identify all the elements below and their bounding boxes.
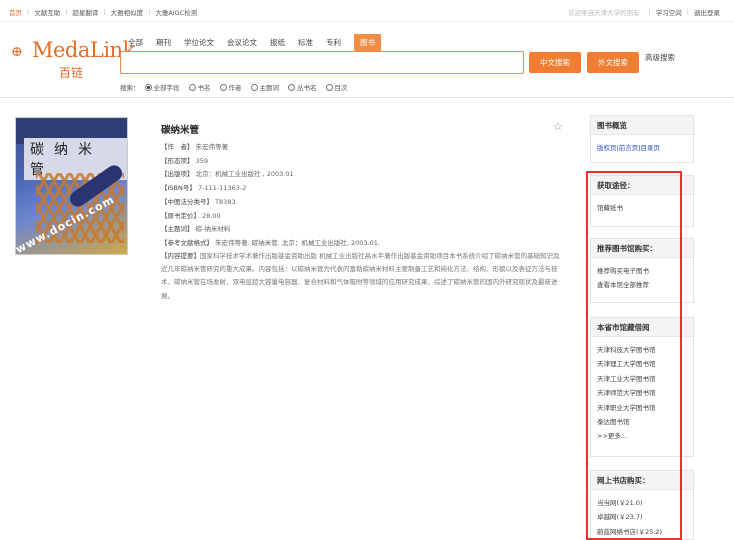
book-summary: 【内容提要】国家科学技术学术著作出版基金资助出版 机械工业出版社高水平著作出版基… <box>161 250 563 303</box>
link-preface-page[interactable]: 前言页 <box>619 144 639 152</box>
online-store-panel: 网上书店购买： 当当网(￥21.0) 卓越网(￥23.7) 蔚蓝网络书店(￥25… <box>590 470 694 540</box>
radio-icon <box>288 83 295 91</box>
radio-icon <box>250 83 258 91</box>
tab-patents[interactable]: 专利 <box>326 37 341 48</box>
scope-series[interactable]: 丛书名 <box>288 82 317 92</box>
scope-label: 主题词 <box>259 84 280 92</box>
book-cover[interactable]: 碳纳米管 www.docin.com <box>15 117 128 255</box>
advanced-search-link[interactable]: 高级搜索 <box>645 52 675 63</box>
view-all-recommendations-link[interactable]: 查看本馆全部推荐 <box>597 278 687 292</box>
nav-home[interactable]: 首页 <box>9 7 22 17</box>
search-scope: 搜索： 全部字段 书名 作者 主题词 丛书名 目次 <box>120 82 357 92</box>
library-item[interactable]: 天津科技大学图书馆 <box>597 343 687 357</box>
more-libraries-link[interactable]: >>更多... <box>597 429 687 443</box>
top-nav: 首页 | 文献互助 | 超星翻译 | 大雅相似度 | 大雅AIGC检测 <box>9 7 197 17</box>
separator: | <box>65 8 68 16</box>
panel-title: 获取途径： <box>591 176 693 195</box>
field-pages: 【形态项】 359 <box>161 157 208 165</box>
nav-aigc-check[interactable]: 大雅AIGC检测 <box>155 7 197 17</box>
logo[interactable]: ⊕ MedaLink 百链 <box>11 38 135 88</box>
scope-label: 丛书名 <box>297 84 317 92</box>
field-author: 【作 者】 朱宏伟等著 <box>161 143 229 151</box>
library-item[interactable]: 天津理工大学图书馆 <box>597 357 687 371</box>
logo-cn-text: 百链 <box>59 66 84 80</box>
radio-icon <box>188 83 196 91</box>
library-item[interactable]: 天津工业大学图书馆 <box>597 372 687 386</box>
field-publisher: 【出版项】 北京：机械工业出版社 , 2003.01 <box>161 170 294 178</box>
library-item[interactable]: 天津师范大学图书馆 <box>597 386 687 400</box>
tab-all[interactable]: 全部 <box>128 37 143 48</box>
welcome-text: 欢迎来自天津大学的朋友 <box>568 9 640 17</box>
nav-document-exchange[interactable]: 文献互助 <box>34 7 60 17</box>
link-copyright-page[interactable]: 版权页 <box>597 144 617 152</box>
field-classification: 【中图法分类号】 T8383 <box>161 198 236 206</box>
separator: | <box>103 8 106 16</box>
study-space-link[interactable]: 学习空间 <box>656 7 682 17</box>
search-input[interactable] <box>120 51 524 74</box>
panel-title: 网上书店购买： <box>591 471 693 490</box>
store-item[interactable]: 蔚蓝网络书店(￥25.2) <box>597 525 687 539</box>
logo-mark-icon: ⊕ <box>11 44 23 60</box>
panel-title: 本省市馆藏借阅 <box>591 318 693 337</box>
local-libraries-panel: 本省市馆藏借阅 天津科技大学图书馆 天津理工大学图书馆 天津工业大学图书馆 天津… <box>590 317 694 457</box>
book-overview-panel: 图书概览 版权页|前言页|目录页 <box>590 115 694 163</box>
field-subject: 【主题词】 碳-纳米材料 <box>161 225 231 233</box>
scope-title[interactable]: 书名 <box>188 82 211 92</box>
scope-label: 目次 <box>334 84 348 92</box>
summary-label: 【内容提要】 <box>161 252 200 260</box>
panel-title: 图书概览 <box>591 116 693 135</box>
library-item[interactable]: 天津职业大学图书馆 <box>597 401 687 415</box>
scope-subject[interactable]: 主题词 <box>250 82 280 92</box>
search-tabs: 全部 期刊 学位论文 会议论文 报纸 标准 专利 图书 <box>128 34 381 51</box>
radio-icon <box>219 83 227 91</box>
header: ⊕ MedaLink 百链 全部 期刊 学位论文 会议论文 报纸 标准 专利 图… <box>0 22 734 98</box>
tab-conference[interactable]: 会议论文 <box>227 37 257 48</box>
scope-all-fields[interactable]: 全部字段 <box>144 82 180 92</box>
logout-link[interactable]: 退出登录 <box>694 7 720 17</box>
scope-label: 书名 <box>197 84 211 92</box>
nav-similarity[interactable]: 大雅相似度 <box>111 7 144 17</box>
store-item[interactable]: 卓越网(￥23.7) <box>597 510 687 524</box>
scope-label: 作者 <box>228 84 242 92</box>
recommend-panel: 推荐图书馆购买： 推荐购买电子图书 查看本馆全部推荐 <box>590 238 694 303</box>
chinese-search-button[interactable]: 中文搜索 <box>529 52 581 73</box>
scope-toc[interactable]: 目次 <box>325 82 348 92</box>
book-title: 碳纳米管 <box>161 125 200 136</box>
foreign-search-button[interactable]: 外文搜索 <box>587 52 639 73</box>
store-item[interactable]: 当当网(￥21.0) <box>597 496 687 510</box>
summary-text: 国家科学技术学术著作出版基金资助出版 机械工业出版社高水平著作出版基金资助项目本… <box>161 252 560 300</box>
access-item[interactable]: 馆藏纸书 <box>597 201 687 215</box>
access-panel: 获取途径： 馆藏纸书 <box>590 175 694 227</box>
search-scope-label: 搜索： <box>120 84 140 92</box>
scope-author[interactable]: 作者 <box>219 82 242 92</box>
scope-label: 全部字段 <box>153 84 180 92</box>
field-citation: 【参考文献格式】 朱宏伟等著. 碳纳米管. 北京：机械工业出版社, 2003.0… <box>161 239 380 247</box>
tab-standards[interactable]: 标准 <box>298 37 313 48</box>
tab-journals[interactable]: 期刊 <box>156 37 171 48</box>
overview-links: 版权页|前言页|目录页 <box>591 135 693 161</box>
radio-icon <box>144 83 152 91</box>
tab-theses[interactable]: 学位论文 <box>184 37 214 48</box>
separator: | <box>27 8 30 16</box>
separator: | <box>148 8 151 16</box>
radio-icon <box>325 83 333 91</box>
tab-books[interactable]: 图书 <box>354 34 381 51</box>
separator: | <box>686 8 689 16</box>
field-isbn: 【ISBN号】 7-111-11363-2 <box>161 184 247 192</box>
link-toc-page[interactable]: 目录页 <box>640 144 660 152</box>
tab-newspapers[interactable]: 报纸 <box>270 37 285 48</box>
top-right-links: 欢迎来自天津大学的朋友 | 学习空间 | 退出登录 <box>568 7 720 17</box>
separator: | <box>648 8 651 16</box>
field-price: 【原书定价】 28.00 <box>161 212 221 220</box>
recommend-ebook-link[interactable]: 推荐购买电子图书 <box>597 264 687 278</box>
top-bar: 首页 | 文献互助 | 超星翻译 | 大雅相似度 | 大雅AIGC检测 欢迎来自… <box>0 0 734 22</box>
library-item[interactable]: 泰达图书馆 <box>597 415 687 429</box>
panel-title: 推荐图书馆购买： <box>591 239 693 258</box>
nav-translate[interactable]: 超星翻译 <box>72 7 98 17</box>
favorite-star-icon[interactable]: ☆ <box>553 120 563 133</box>
